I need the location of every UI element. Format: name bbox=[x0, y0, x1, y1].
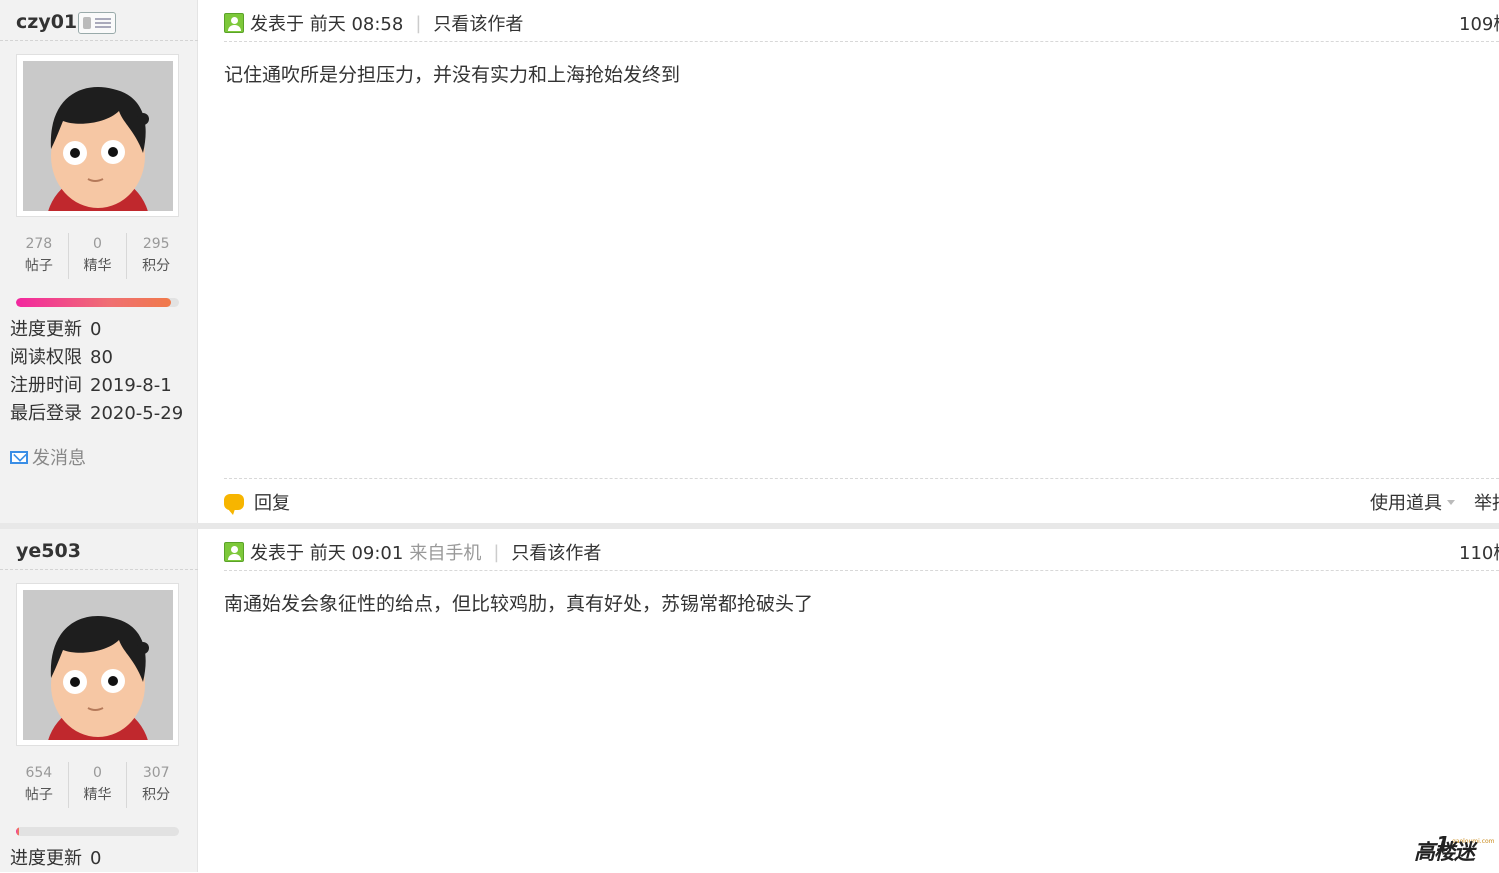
stat-label: 精华 bbox=[83, 258, 112, 274]
reply-bubble-icon bbox=[224, 494, 244, 515]
report-link[interactable]: 举报 bbox=[1474, 489, 1499, 515]
info-row: 注册时间 2019-8-1 bbox=[10, 372, 183, 400]
stat-label: 帖子 bbox=[24, 787, 53, 803]
info-label: 阅读权限 bbox=[10, 347, 82, 368]
avatar-image bbox=[23, 61, 173, 211]
stat-digest[interactable]: 0 精华 bbox=[67, 233, 127, 279]
author-username[interactable]: ye503 bbox=[16, 540, 81, 562]
info-row: 最后登录 2020-5-29 bbox=[10, 400, 183, 428]
post-109: czy010 278 帖子 0 精华 295 积分 进度更新 0 阅读权限 80… bbox=[0, 0, 1499, 523]
send-message-label: 发消息 bbox=[32, 448, 86, 469]
online-user-icon bbox=[224, 542, 244, 562]
avatar-image bbox=[23, 590, 173, 740]
author-sidebar: ye503 654 帖子 0 精华 307 积分 进度更新 0 bbox=[0, 529, 198, 872]
stat-posts[interactable]: 278 帖子 bbox=[10, 233, 68, 279]
use-item-label: 使用道具 bbox=[1370, 493, 1442, 514]
author-stats: 278 帖子 0 精华 295 积分 bbox=[10, 233, 185, 279]
post-header: 发表于 前天 09:01 来自手机 | 只看该作者 bbox=[224, 539, 601, 565]
stat-label: 积分 bbox=[142, 787, 171, 803]
header-separator: | bbox=[415, 12, 422, 34]
stat-label: 帖子 bbox=[24, 258, 53, 274]
reply-button[interactable]: 回复 bbox=[224, 489, 290, 515]
info-label: 进度更新 bbox=[10, 848, 82, 869]
footer-divider bbox=[224, 478, 1499, 479]
author-only-link[interactable]: 只看该作者 bbox=[511, 539, 601, 565]
sidebar-divider bbox=[0, 40, 198, 41]
author-info: 进度更新 0 bbox=[10, 845, 101, 873]
use-item-menu[interactable]: 使用道具 bbox=[1370, 489, 1455, 515]
stat-posts[interactable]: 654 帖子 bbox=[10, 762, 68, 808]
send-message-link[interactable]: 发消息 bbox=[10, 444, 86, 470]
floor-number[interactable]: 110楼 bbox=[1459, 539, 1499, 565]
info-row: 进度更新 0 bbox=[10, 845, 101, 873]
credit-progress-bar bbox=[16, 298, 179, 307]
info-label: 进度更新 bbox=[10, 319, 82, 340]
stat-credits[interactable]: 307 积分 bbox=[126, 762, 185, 808]
info-label: 最后登录 bbox=[10, 403, 82, 424]
post-content: 南通始发会象征性的给点，但比较鸡肋，真有好处，苏锡常都抢破头了 bbox=[224, 593, 814, 615]
author-sidebar: czy010 278 帖子 0 精华 295 积分 进度更新 0 阅读权限 80… bbox=[0, 0, 198, 523]
post-content: 记住通吹所是分担压力，并没有实力和上海抢始发终到 bbox=[224, 64, 681, 86]
chevron-down-icon bbox=[1447, 499, 1455, 505]
post-header: 发表于 前天 08:58 | 只看该作者 bbox=[224, 10, 523, 36]
credit-progress-fill bbox=[16, 827, 20, 836]
avatar[interactable] bbox=[16, 54, 179, 217]
reply-label: 回复 bbox=[254, 493, 290, 514]
info-row: 进度更新 0 bbox=[10, 316, 183, 344]
stat-digest[interactable]: 0 精华 bbox=[67, 762, 127, 808]
stat-value: 295 bbox=[142, 236, 170, 252]
post-source: 来自手机 bbox=[409, 543, 482, 564]
info-value: 0 bbox=[90, 319, 102, 340]
info-value: 0 bbox=[90, 848, 102, 869]
info-value: 80 bbox=[90, 347, 113, 368]
credit-progress-bar bbox=[16, 827, 179, 836]
credit-progress-fill bbox=[16, 298, 171, 307]
post-110: ye503 654 帖子 0 精华 307 积分 进度更新 0 发表于 前天 0… bbox=[0, 529, 1499, 872]
sidebar-divider bbox=[0, 569, 198, 570]
header-divider bbox=[224, 41, 1499, 42]
vcard-icon[interactable] bbox=[78, 12, 116, 34]
floor-number[interactable]: 109楼 bbox=[1459, 10, 1499, 36]
stat-value: 654 bbox=[25, 765, 53, 781]
online-user-icon bbox=[224, 13, 244, 33]
header-divider bbox=[224, 570, 1499, 571]
post-time: 发表于 前天 09:01 bbox=[250, 543, 404, 564]
stat-credits[interactable]: 295 积分 bbox=[126, 233, 185, 279]
author-stats: 654 帖子 0 精华 307 积分 bbox=[10, 762, 185, 808]
mail-icon bbox=[10, 450, 28, 464]
stat-label: 积分 bbox=[142, 258, 171, 274]
stat-value: 307 bbox=[142, 765, 170, 781]
info-value: 2020-5-29 bbox=[90, 403, 184, 424]
stat-label: 精华 bbox=[83, 787, 112, 803]
author-only-link[interactable]: 只看该作者 bbox=[433, 10, 523, 36]
avatar[interactable] bbox=[16, 583, 179, 746]
stat-value: 0 bbox=[93, 765, 102, 781]
stat-value: 278 bbox=[25, 236, 53, 252]
post-time: 发表于 前天 08:58 bbox=[250, 14, 404, 35]
info-value: 2019-8-1 bbox=[90, 375, 172, 396]
stat-value: 0 bbox=[93, 236, 102, 252]
info-label: 注册时间 bbox=[10, 375, 82, 396]
author-info: 进度更新 0 阅读权限 80 注册时间 2019-8-1 最后登录 2020-5-29 bbox=[10, 316, 183, 428]
info-row: 阅读权限 80 bbox=[10, 344, 183, 372]
logo-text: 高楼迷 bbox=[1414, 840, 1475, 864]
header-separator: | bbox=[493, 541, 500, 563]
site-watermark-logo: 1 gaoloumi.com 高楼迷 bbox=[1412, 832, 1496, 868]
